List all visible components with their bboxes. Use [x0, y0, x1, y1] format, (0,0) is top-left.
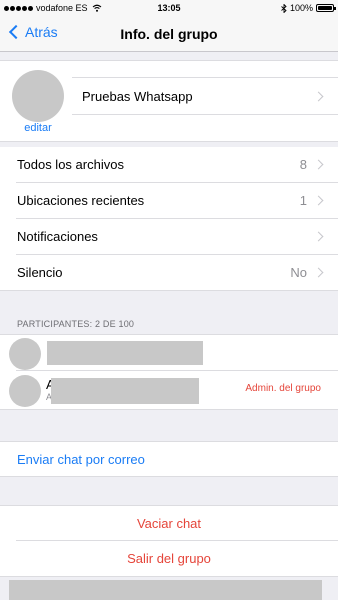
group-name: Pruebas Whatsapp [82, 89, 193, 104]
redacted-content [9, 580, 322, 600]
status-right-group: 100% [281, 3, 336, 13]
chevron-right-icon [313, 159, 324, 170]
cell-label: Notificaciones [17, 229, 98, 244]
edit-avatar-link[interactable]: editar [12, 122, 64, 134]
chevron-right-icon [313, 231, 324, 242]
email-chat-label: Enviar chat por correo [17, 452, 145, 467]
clear-chat-label: Vaciar chat [136, 516, 202, 531]
avatar [9, 338, 41, 370]
clear-chat-button[interactable]: Vaciar chat [0, 505, 338, 541]
cell-label: Silencio [17, 265, 63, 280]
participants-header: PARTICIPANTES: 2 DE 100 [17, 319, 135, 329]
bluetooth-icon [281, 3, 287, 13]
battery-level-fill [318, 6, 332, 10]
divider [0, 409, 338, 410]
chevron-right-icon [313, 91, 324, 102]
status-bar: vodafone ES 13:05 100% [0, 0, 338, 16]
cell-value: 8 [299, 157, 307, 172]
cell-value: No [290, 265, 307, 280]
leave-group-label: Salir del grupo [127, 551, 211, 566]
chevron-right-icon [313, 195, 324, 206]
redacted-participant-name [47, 341, 203, 365]
cell-recent-locations[interactable]: Ubicaciones recientes 1 [0, 183, 338, 219]
cell-notifications[interactable]: Notificaciones [0, 219, 338, 255]
chevron-right-icon [313, 267, 324, 278]
cell-value: 1 [299, 193, 307, 208]
battery-percent: 100% [289, 3, 313, 13]
divider [0, 290, 338, 291]
cell-all-files[interactable]: Todos los archivos 8 [0, 147, 338, 183]
admin-badge: Admin. del grupo [245, 383, 321, 394]
participant-row[interactable] [0, 335, 338, 371]
avatar [9, 375, 41, 407]
participant-row[interactable]: A A Admin. del grupo [0, 371, 338, 409]
cell-label: Todos los archivos [17, 157, 124, 172]
leave-group-button[interactable]: Salir del grupo [0, 541, 338, 577]
redacted-participant-name [51, 378, 199, 404]
group-avatar[interactable] [12, 70, 64, 122]
page-title: Info. del grupo [120, 26, 218, 42]
cell-mute[interactable]: Silencio No [0, 255, 338, 291]
cell-label: Ubicaciones recientes [17, 193, 145, 208]
battery-icon [316, 4, 336, 12]
email-chat-button[interactable]: Enviar chat por correo [0, 441, 338, 477]
navigation-bar: Atrás Info. del grupo [0, 16, 338, 52]
group-name-cell[interactable]: Pruebas Whatsapp [72, 77, 338, 115]
